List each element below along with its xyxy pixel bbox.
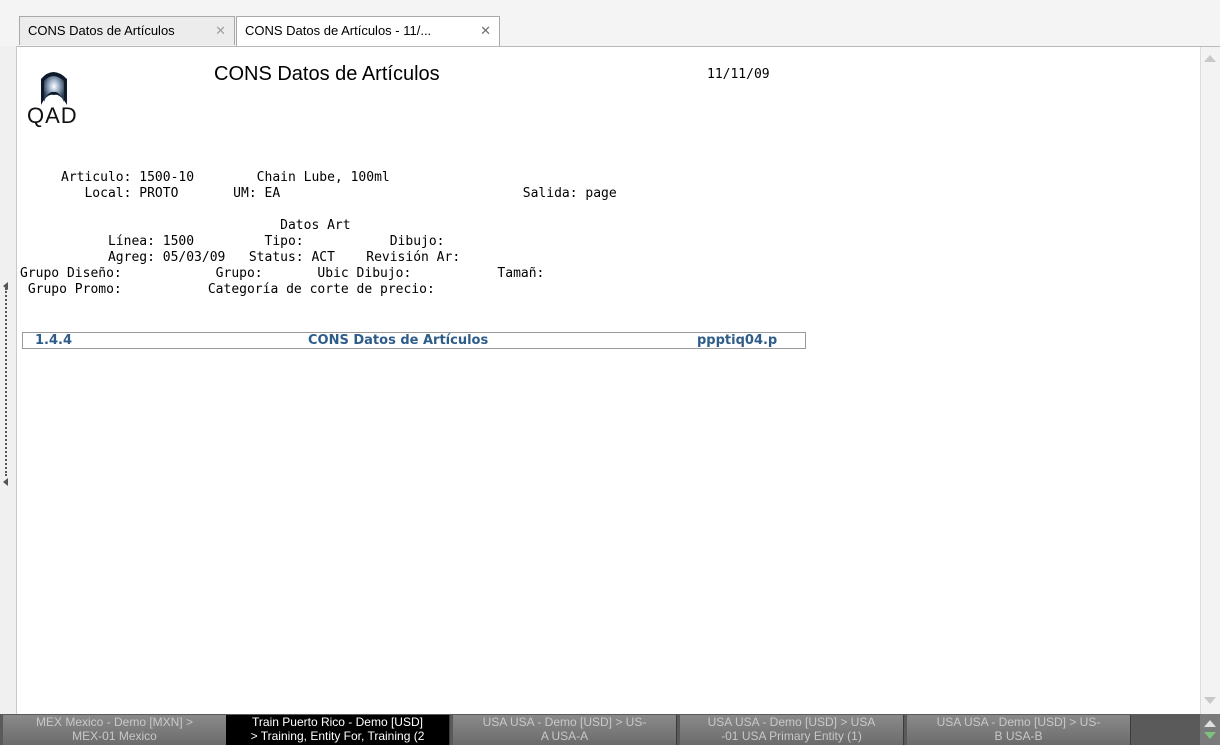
collapse-left-icon[interactable] (3, 478, 8, 486)
footer-title: CONS Datos de Artículos (308, 333, 489, 348)
task-line2: MEX-01 Mexico (72, 729, 157, 743)
qad-logo-text: QAD (27, 103, 78, 128)
taskbar-item-usa-01[interactable]: USA USA - Demo [USD] > USA -01 USA Prima… (680, 715, 904, 745)
line-grupo-promo: Grupo Promo: Categoría de corte de preci… (20, 282, 435, 297)
tab-cons-datos-articulos-report[interactable]: CONS Datos de Artículos - 11/... ✕ (236, 16, 500, 46)
line-grupo-diseno: Grupo Diseño: Grupo: Ubic Dibujo: Tamañ: (20, 266, 545, 281)
line-agreg: Agreg: 05/03/09 Status: ACT Revisión Ar: (61, 250, 461, 265)
line-articulo: Articulo: 1500-10 Chain Lube, 100ml (61, 170, 390, 185)
line-datos-art: Datos Art (61, 218, 351, 233)
program-name: ppptiq04.p (697, 333, 778, 348)
line-linea: Línea: 1500 Tipo: Dibujo: (61, 234, 445, 249)
scroll-down-button[interactable] (1203, 693, 1218, 709)
chevron-down-icon[interactable] (1204, 732, 1216, 739)
report-view: QAD CONS Datos de Artículos 11/11/09 Art… (17, 47, 1200, 714)
chevron-down-icon (1204, 697, 1216, 704)
line-local: Local: PROTO UM: EA Salida: page (61, 186, 617, 201)
task-line1: USA USA - Demo [USD] > USA (707, 715, 876, 729)
chevron-up-icon[interactable] (1204, 720, 1216, 727)
report-date: 11/11/09 (707, 67, 770, 82)
menu-code: 1.4.4 (35, 333, 73, 348)
tab-cons-datos-articulos[interactable]: CONS Datos de Artículos ✕ (19, 16, 235, 45)
close-icon[interactable]: ✕ (215, 17, 226, 45)
taskbar-item-usa-a[interactable]: USA USA - Demo [USD] > US- A USA-A (453, 715, 677, 745)
task-line2: -01 USA Primary Entity (1) (721, 729, 862, 743)
chevron-up-icon (1204, 55, 1216, 62)
task-line2: A USA-A (540, 729, 589, 743)
report-title: CONS Datos de Artículos (214, 63, 440, 85)
splitter-grip[interactable] (5, 288, 11, 476)
left-splitter[interactable] (0, 46, 17, 714)
taskbar-item-usa-b[interactable]: USA USA - Demo [USD] > US- B USA-B (907, 715, 1131, 745)
task-line1: MEX Mexico - Demo [MXN] > (35, 715, 194, 729)
tab-strip: CONS Datos de Artículos ✕ CONS Datos de … (0, 0, 1220, 47)
close-icon[interactable]: ✕ (480, 17, 491, 45)
tab-label: CONS Datos de Artículos (28, 23, 175, 38)
taskbar-item-train-puerto-rico[interactable]: Train Puerto Rico - Demo [USD] > Trainin… (226, 715, 450, 745)
vertical-scrollbar[interactable] (1200, 47, 1220, 714)
qad-logo: QAD (27, 65, 79, 131)
task-line2: B USA-B (994, 729, 1043, 743)
task-line1: Train Puerto Rico - Demo [USD] (252, 715, 423, 729)
task-line1: USA USA - Demo [USD] > US- (936, 715, 1101, 729)
tab-label: CONS Datos de Artículos - 11/... (245, 23, 432, 38)
taskbar-item-mex[interactable]: MEX Mexico - Demo [MXN] > MEX-01 Mexico (3, 715, 227, 745)
scroll-up-button[interactable] (1203, 51, 1218, 67)
task-line2: > Training, Entity For, Training (2 (250, 729, 425, 743)
domain-taskbar: MEX Mexico - Demo [MXN] > MEX-01 Mexico … (0, 714, 1220, 745)
task-line1: USA USA - Demo [USD] > US- (482, 715, 647, 729)
report-footer: 1.4.4 CONS Datos de Artículos ppptiq04.p (22, 332, 806, 349)
taskbar-scroll[interactable] (1200, 714, 1220, 745)
